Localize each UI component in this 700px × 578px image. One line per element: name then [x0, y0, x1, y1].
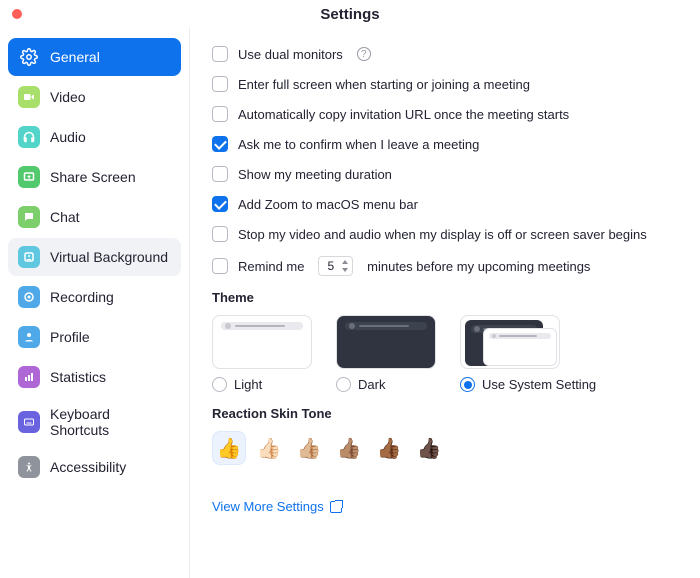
- skin-tone-2[interactable]: 👍🏼: [292, 431, 326, 465]
- sidebar-item-accessibility[interactable]: Accessibility: [8, 448, 181, 486]
- virtual-background-icon: [18, 246, 40, 268]
- radio-theme-system[interactable]: [460, 377, 475, 392]
- sidebar-item-recording[interactable]: Recording: [8, 278, 181, 316]
- sidebar: General Video Audio Share Screen Chat Vi…: [0, 28, 190, 578]
- video-icon: [18, 86, 40, 108]
- checkbox-full-screen[interactable]: [212, 76, 228, 92]
- sidebar-item-chat[interactable]: Chat: [8, 198, 181, 236]
- view-more-settings-link[interactable]: View More Settings: [212, 499, 678, 514]
- sidebar-item-label: Share Screen: [50, 169, 136, 185]
- sidebar-item-general[interactable]: General: [8, 38, 181, 76]
- profile-icon: [18, 326, 40, 348]
- sidebar-item-audio[interactable]: Audio: [8, 118, 181, 156]
- sidebar-item-label: Audio: [50, 129, 86, 145]
- checkbox-stop-screensaver[interactable]: [212, 226, 228, 242]
- sidebar-item-statistics[interactable]: Statistics: [8, 358, 181, 396]
- checkbox-copy-url[interactable]: [212, 106, 228, 122]
- chat-icon: [18, 206, 40, 228]
- skin-tone-1[interactable]: 👍🏻: [252, 431, 286, 465]
- recording-icon: [18, 286, 40, 308]
- option-label: Ask me to confirm when I leave a meeting: [238, 137, 479, 152]
- window-close-dot[interactable]: [12, 9, 22, 19]
- checkbox-remind[interactable]: [212, 258, 228, 274]
- radio-theme-light[interactable]: [212, 377, 227, 392]
- theme-tile-dark[interactable]: [336, 315, 436, 369]
- headphones-icon: [18, 126, 40, 148]
- option-label: Use dual monitors: [238, 47, 343, 62]
- sidebar-item-label: Video: [50, 89, 86, 105]
- window-title: Settings: [22, 6, 678, 23]
- skin-tone-0[interactable]: 👍: [212, 431, 246, 465]
- sidebar-item-label: Recording: [50, 289, 114, 305]
- sidebar-item-virtual-background[interactable]: Virtual Background: [8, 238, 181, 276]
- checkbox-confirm-leave[interactable]: [212, 136, 228, 152]
- theme-option-label: Light: [234, 377, 262, 392]
- theme-section-title: Theme: [212, 290, 678, 305]
- sidebar-item-label: Keyboard Shortcuts: [50, 406, 171, 438]
- statistics-icon: [18, 366, 40, 388]
- option-label: Enter full screen when starting or joini…: [238, 77, 530, 92]
- checkbox-menubar[interactable]: [212, 196, 228, 212]
- checkbox-show-duration[interactable]: [212, 166, 228, 182]
- sidebar-item-video[interactable]: Video: [8, 78, 181, 116]
- theme-option-label: Dark: [358, 377, 385, 392]
- option-label: Show my meeting duration: [238, 167, 392, 182]
- sidebar-item-label: Statistics: [50, 369, 106, 385]
- option-label: minutes before my upcoming meetings: [367, 259, 590, 274]
- option-label: Add Zoom to macOS menu bar: [238, 197, 418, 212]
- share-screen-icon: [18, 166, 40, 188]
- sidebar-item-label: Chat: [50, 209, 80, 225]
- sidebar-item-label: Profile: [50, 329, 90, 345]
- option-label: Automatically copy invitation URL once t…: [238, 107, 569, 122]
- external-link-icon: [330, 501, 342, 513]
- skin-tone-3[interactable]: 👍🏽: [332, 431, 366, 465]
- sidebar-item-label: General: [50, 49, 100, 65]
- keyboard-icon: [18, 411, 40, 433]
- option-label: Stop my video and audio when my display …: [238, 227, 647, 242]
- sidebar-item-label: Virtual Background: [50, 249, 168, 265]
- help-icon[interactable]: ?: [357, 47, 371, 61]
- accessibility-icon: [18, 456, 40, 478]
- skin-tone-5[interactable]: 👍🏿: [412, 431, 446, 465]
- sidebar-item-profile[interactable]: Profile: [8, 318, 181, 356]
- theme-tile-light[interactable]: [212, 315, 312, 369]
- theme-option-label: Use System Setting: [482, 377, 596, 392]
- radio-theme-dark[interactable]: [336, 377, 351, 392]
- sidebar-item-keyboard-shortcuts[interactable]: Keyboard Shortcuts: [8, 398, 181, 446]
- remind-minutes-stepper[interactable]: 5: [318, 256, 353, 276]
- sidebar-item-share-screen[interactable]: Share Screen: [8, 158, 181, 196]
- sidebar-item-label: Accessibility: [50, 459, 126, 475]
- view-more-label: View More Settings: [212, 499, 324, 514]
- skin-tone-4[interactable]: 👍🏾: [372, 431, 406, 465]
- checkbox-dual-monitors[interactable]: [212, 46, 228, 62]
- option-label: Remind me: [238, 259, 304, 274]
- gear-icon: [18, 46, 40, 68]
- skin-section-title: Reaction Skin Tone: [212, 406, 678, 421]
- settings-content: Use dual monitors ? Enter full screen wh…: [190, 28, 700, 578]
- theme-tile-system[interactable]: [460, 315, 560, 369]
